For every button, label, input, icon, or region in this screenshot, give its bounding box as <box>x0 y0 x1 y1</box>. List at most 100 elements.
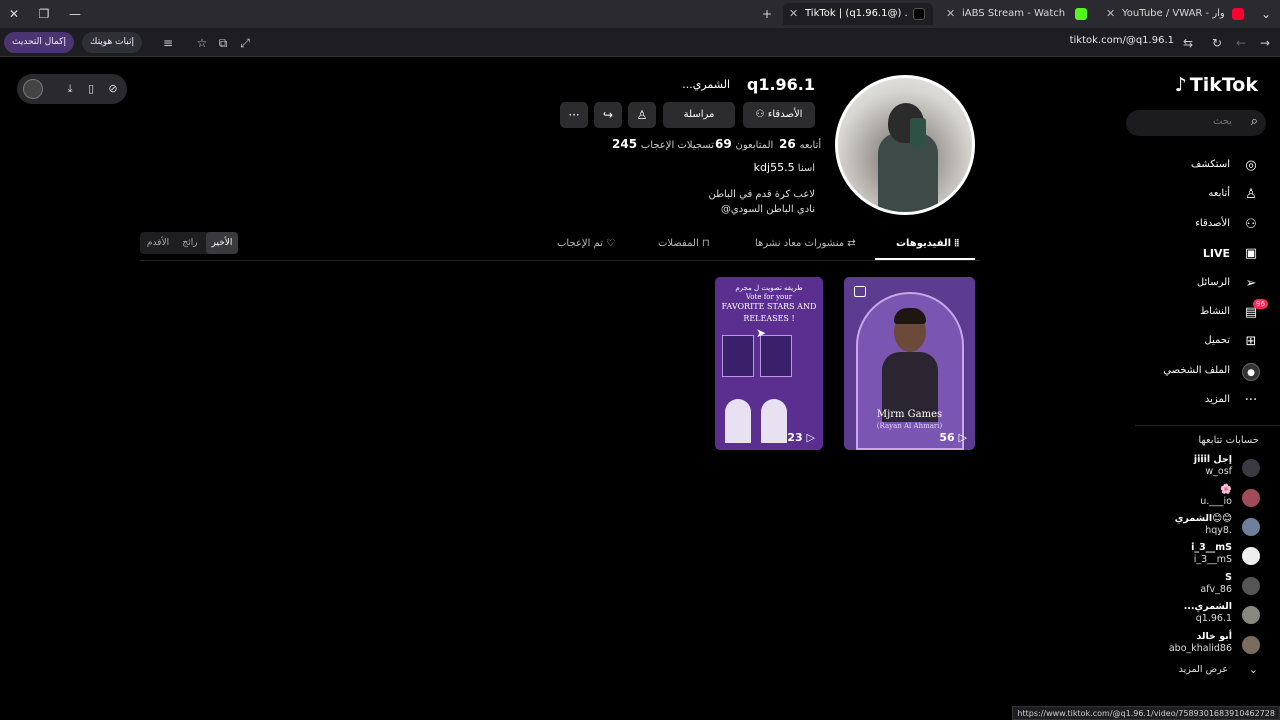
sort-latest-button[interactable]: الأخير <box>206 232 238 254</box>
following-account[interactable]: i_3__mS i_3__mS <box>1110 542 1260 570</box>
following-account[interactable]: S afv_86 <box>1110 572 1260 600</box>
new-tab-button[interactable]: + <box>759 6 775 22</box>
share-icon[interactable]: ↪ <box>594 102 622 128</box>
unfollow-icon[interactable]: ♙ <box>628 102 656 128</box>
following-account[interactable]: ...الشمري q1.96.1 <box>1110 601 1260 629</box>
update-button[interactable]: إكمال التحديث <box>4 32 74 53</box>
tab-reposts[interactable]: منشورات معاد نشرها ⇄ <box>755 238 856 260</box>
grid-icon: ⦙⦙ <box>954 238 959 249</box>
following-username: abo_khalid86 <box>1168 643 1232 654</box>
sidebar-item-label: تحميل <box>1204 335 1230 346</box>
following-account[interactable]: الشمري😊😊 hqy8. <box>1110 513 1260 541</box>
person-hair-shape <box>894 308 926 324</box>
sidebar-item-label: الرسائل <box>1196 277 1230 288</box>
tab-favorites[interactable]: المفضلات ⊓ <box>658 238 710 260</box>
brand-name: TikTok <box>1189 74 1258 96</box>
compass-icon: ◎ <box>1245 158 1257 173</box>
address-bar: إكمال التحديث إثبات هويتك ≡ ☆ ⧉ ⤢ tiktok… <box>0 28 1280 57</box>
following-account[interactable]: أبو خالد abo_khalid86 <box>1110 631 1260 659</box>
window-close-icon[interactable]: ✕ <box>6 6 22 22</box>
sidebar-item-upload[interactable]: ⊞ تحميل <box>1120 331 1260 353</box>
following-name: i_3__mS <box>1191 542 1232 553</box>
avatar <box>1242 459 1260 477</box>
forward-icon[interactable]: ← <box>1233 35 1249 51</box>
profile-handle: q1.96.1 <box>746 75 815 94</box>
sidebar-item-live[interactable]: ▣ LIVE <box>1120 243 1260 265</box>
likes-count: 245 <box>612 137 638 151</box>
sidebar-item-profile[interactable]: ● الملف الشخصي <box>1120 361 1260 383</box>
collections-icon[interactable]: ⧉ <box>215 35 231 51</box>
window-minimize-icon[interactable]: — <box>67 6 83 22</box>
sidebar-item-friends[interactable]: ⚇ الأصدقاء <box>1120 214 1260 236</box>
friends-button-label: الأصدقاء <box>767 109 803 120</box>
upload-icon: ⊞ <box>1245 334 1257 349</box>
sidebar-item-following[interactable]: ♙ أتابعه <box>1120 184 1260 206</box>
sort-control: الأخير رائج الأقدم <box>140 232 238 254</box>
sidebar-item-activity[interactable]: ▤ 96 النشاط <box>1120 299 1268 324</box>
youtube-favicon-icon <box>1232 8 1244 20</box>
play-icon: ▷ <box>806 431 815 444</box>
reading-list-icon[interactable]: ≡ <box>160 35 176 51</box>
verify-identity-button[interactable]: إثبات هويتك <box>82 32 142 53</box>
more-options-icon[interactable]: ··· <box>560 102 588 128</box>
tab-tiktok[interactable]: ✕ TikTok | (q1.96.1@) ...الشمري <box>783 3 933 25</box>
compass-icon[interactable]: ⊘ <box>105 81 121 97</box>
search-icon[interactable]: ⌕ <box>1251 114 1258 129</box>
avatar <box>1242 489 1260 507</box>
tab-videos[interactable]: الفيديوهات ⦙⦙ <box>896 238 959 260</box>
video-title: Mjrm Games <box>876 409 943 420</box>
tab-close-icon[interactable]: ✕ <box>789 3 798 25</box>
friends-button[interactable]: ⚇ الأصدقاء <box>743 102 815 128</box>
following-account[interactable]: 🌸 u.___io <box>1110 484 1260 512</box>
tab-kick[interactable]: ✕ iABS Stream - Watch Live on Ki <box>940 3 1095 25</box>
tab-liked[interactable]: تم الإعجاب ♡ <box>557 238 615 260</box>
likes-stat: 245 تسجيلات الإعجاب <box>612 137 714 151</box>
tab-close-icon[interactable]: ✕ <box>946 3 955 25</box>
video-card[interactable]: طريقه تصويت ل مجرم Vote for your FAVORIT… <box>715 277 823 450</box>
site-settings-icon[interactable]: ⇆ <box>1180 35 1196 51</box>
screenshot-icon[interactable]: ⤢ <box>237 35 253 51</box>
profile-icon: ● <box>1242 363 1260 381</box>
message-button[interactable]: مراسلة <box>663 102 735 128</box>
tab-label: المفضلات <box>658 238 699 249</box>
sort-oldest-button[interactable]: الأقدم <box>142 232 174 254</box>
profile-link[interactable]: kdj55.5 اسنا <box>754 161 815 174</box>
url-field[interactable]: tiktok.com/@q1.96.1 <box>1070 35 1174 46</box>
following-stat[interactable]: 26 أتابعه <box>779 137 821 151</box>
kick-favicon-icon <box>1075 8 1087 20</box>
back-icon[interactable]: → <box>1257 35 1273 51</box>
sidebar-item-label: استكشف <box>1191 159 1230 170</box>
sidebar-item-label: LIVE <box>1202 247 1230 260</box>
sort-popular-button[interactable]: رائج <box>174 232 206 254</box>
sidebar-item-more[interactable]: ··· المزيد <box>1120 390 1260 412</box>
followers-stat[interactable]: 69 المتابعون <box>715 137 773 151</box>
likes-label: تسجيلات الإعجاب <box>640 140 714 151</box>
reload-icon[interactable]: ↻ <box>1209 35 1225 51</box>
video-card[interactable]: Mjrm Games (Rayan Al Ahmari) 56 ▷ <box>844 277 975 450</box>
browser-tab-bar: ✕ ❐ — + ⌄ ✕ TikTok | (q1.96.1@) ...الشمر… <box>0 0 1280 28</box>
sidebar-item-messages[interactable]: ➢ الرسائل <box>1120 273 1260 295</box>
following-account[interactable]: jiiil إجل w_osf <box>1110 454 1260 482</box>
bookmark-star-icon[interactable]: ☆ <box>194 35 210 51</box>
search-input[interactable]: بحث ⌕ <box>1126 110 1266 136</box>
following-username: q1.96.1 <box>1195 613 1232 624</box>
account-logo-icon[interactable] <box>23 79 43 99</box>
mobile-icon[interactable]: ▯ <box>83 81 99 97</box>
sidebar-divider <box>1135 425 1280 426</box>
avatar <box>1242 547 1260 565</box>
messages-icon: ➢ <box>1245 276 1257 291</box>
search-placeholder: بحث <box>1212 116 1232 127</box>
sidebar-item-explore[interactable]: ◎ استكشف <box>1120 155 1260 177</box>
see-more-button[interactable]: عرض المزيد ⌄ <box>1160 663 1260 678</box>
download-icon[interactable]: ⤓ <box>62 81 78 97</box>
tab-title: iABS Stream - Watch Live on Ki <box>962 8 1069 19</box>
following-name: ...الشمري <box>1183 601 1232 612</box>
mouse-cursor-icon: ➤ <box>756 326 767 340</box>
following-name: الشمري😊😊 <box>1174 513 1232 524</box>
window-restore-icon[interactable]: ❐ <box>36 6 52 22</box>
tab-search-icon[interactable]: ⌄ <box>1258 6 1274 22</box>
tab-youtube[interactable]: ✕ YouTube / VWAR - في وار <box>1100 3 1252 25</box>
tab-close-icon[interactable]: ✕ <box>1106 3 1115 25</box>
status-url: https://www.tiktok.com/@q1.96.1/video/75… <box>1012 706 1280 720</box>
tiktok-logo[interactable]: ♪ TikTok <box>1175 74 1258 96</box>
